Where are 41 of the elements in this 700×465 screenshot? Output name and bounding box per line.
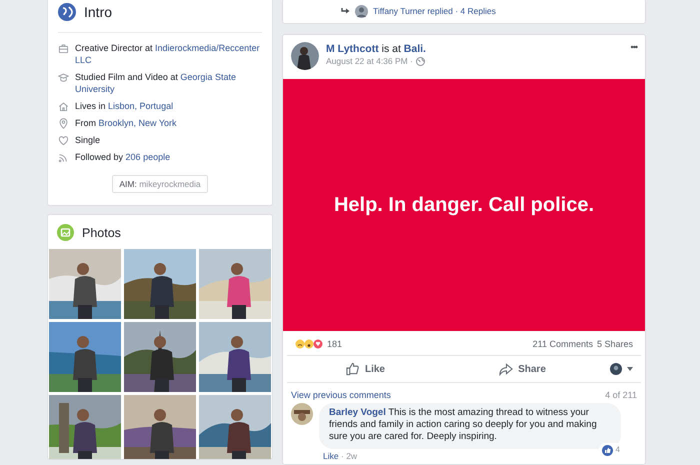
share-arrow-icon — [499, 362, 514, 376]
thumbs-up-icon — [346, 362, 360, 376]
like-button[interactable]: Like — [287, 358, 444, 380]
reply-arrow-icon — [341, 8, 350, 14]
commenter-link[interactable]: Barley Vogel — [329, 407, 386, 418]
comment-age: · 2w — [340, 451, 358, 461]
post-message: Help. In danger. Call police. — [334, 194, 594, 216]
share-count[interactable]: 5 Shares — [596, 339, 633, 349]
reaction-count[interactable]: 4 — [616, 444, 620, 456]
avatar[interactable] — [291, 403, 313, 425]
like-link[interactable]: Like — [323, 451, 339, 461]
home-icon — [58, 101, 69, 112]
post-time[interactable]: August 22 at 4:36 PM · — [326, 56, 413, 66]
intro-detail: Lives in Lisbon, Portugal — [75, 100, 174, 112]
intro-title: Intro — [84, 4, 112, 20]
followers-icon — [58, 152, 69, 163]
more-options[interactable]: ••• — [630, 42, 637, 54]
comment-count[interactable]: 211 Comments — [532, 339, 593, 349]
intro-detail: Followed by 206 people — [75, 151, 170, 163]
reaction-count[interactable]: 181 — [327, 339, 342, 349]
photo-icon — [57, 224, 74, 241]
location-icon — [58, 118, 69, 129]
relationship-icon — [58, 135, 69, 146]
photos-title: Photos — [82, 226, 121, 240]
avatar[interactable] — [291, 42, 319, 70]
caret-icon — [626, 367, 632, 371]
comment-position: 4 of 211 — [605, 390, 637, 400]
intro-detail: Studied Film and Video at Georgia State University — [75, 71, 237, 95]
post-header-text: M Lythcott is at Bali. — [326, 42, 426, 56]
intro-detail: Creative Director at Indierockmedia/Reccenter LLC — [75, 42, 261, 66]
work-icon — [58, 43, 69, 54]
education-icon — [58, 72, 69, 83]
aim-button[interactable]: AIM: mikeyrockmedia — [112, 175, 208, 193]
reaction-icons[interactable] — [295, 339, 323, 349]
intro-detail: Single — [75, 134, 100, 146]
share-button[interactable]: Share — [444, 358, 601, 380]
comment-text: Barley Vogel This is the most amazing thread to witness your friends and family in action caring so deeply for you and making sure you are cared for. Deeply inspiring. — [329, 407, 597, 442]
avatar — [610, 363, 622, 375]
view-previous-comments-link[interactable]: View previous comments — [291, 390, 391, 400]
reply-link[interactable]: Tiffany Turner replied · 4 Replies — [373, 6, 496, 16]
intro-detail: From Brooklyn, New York — [75, 117, 177, 129]
